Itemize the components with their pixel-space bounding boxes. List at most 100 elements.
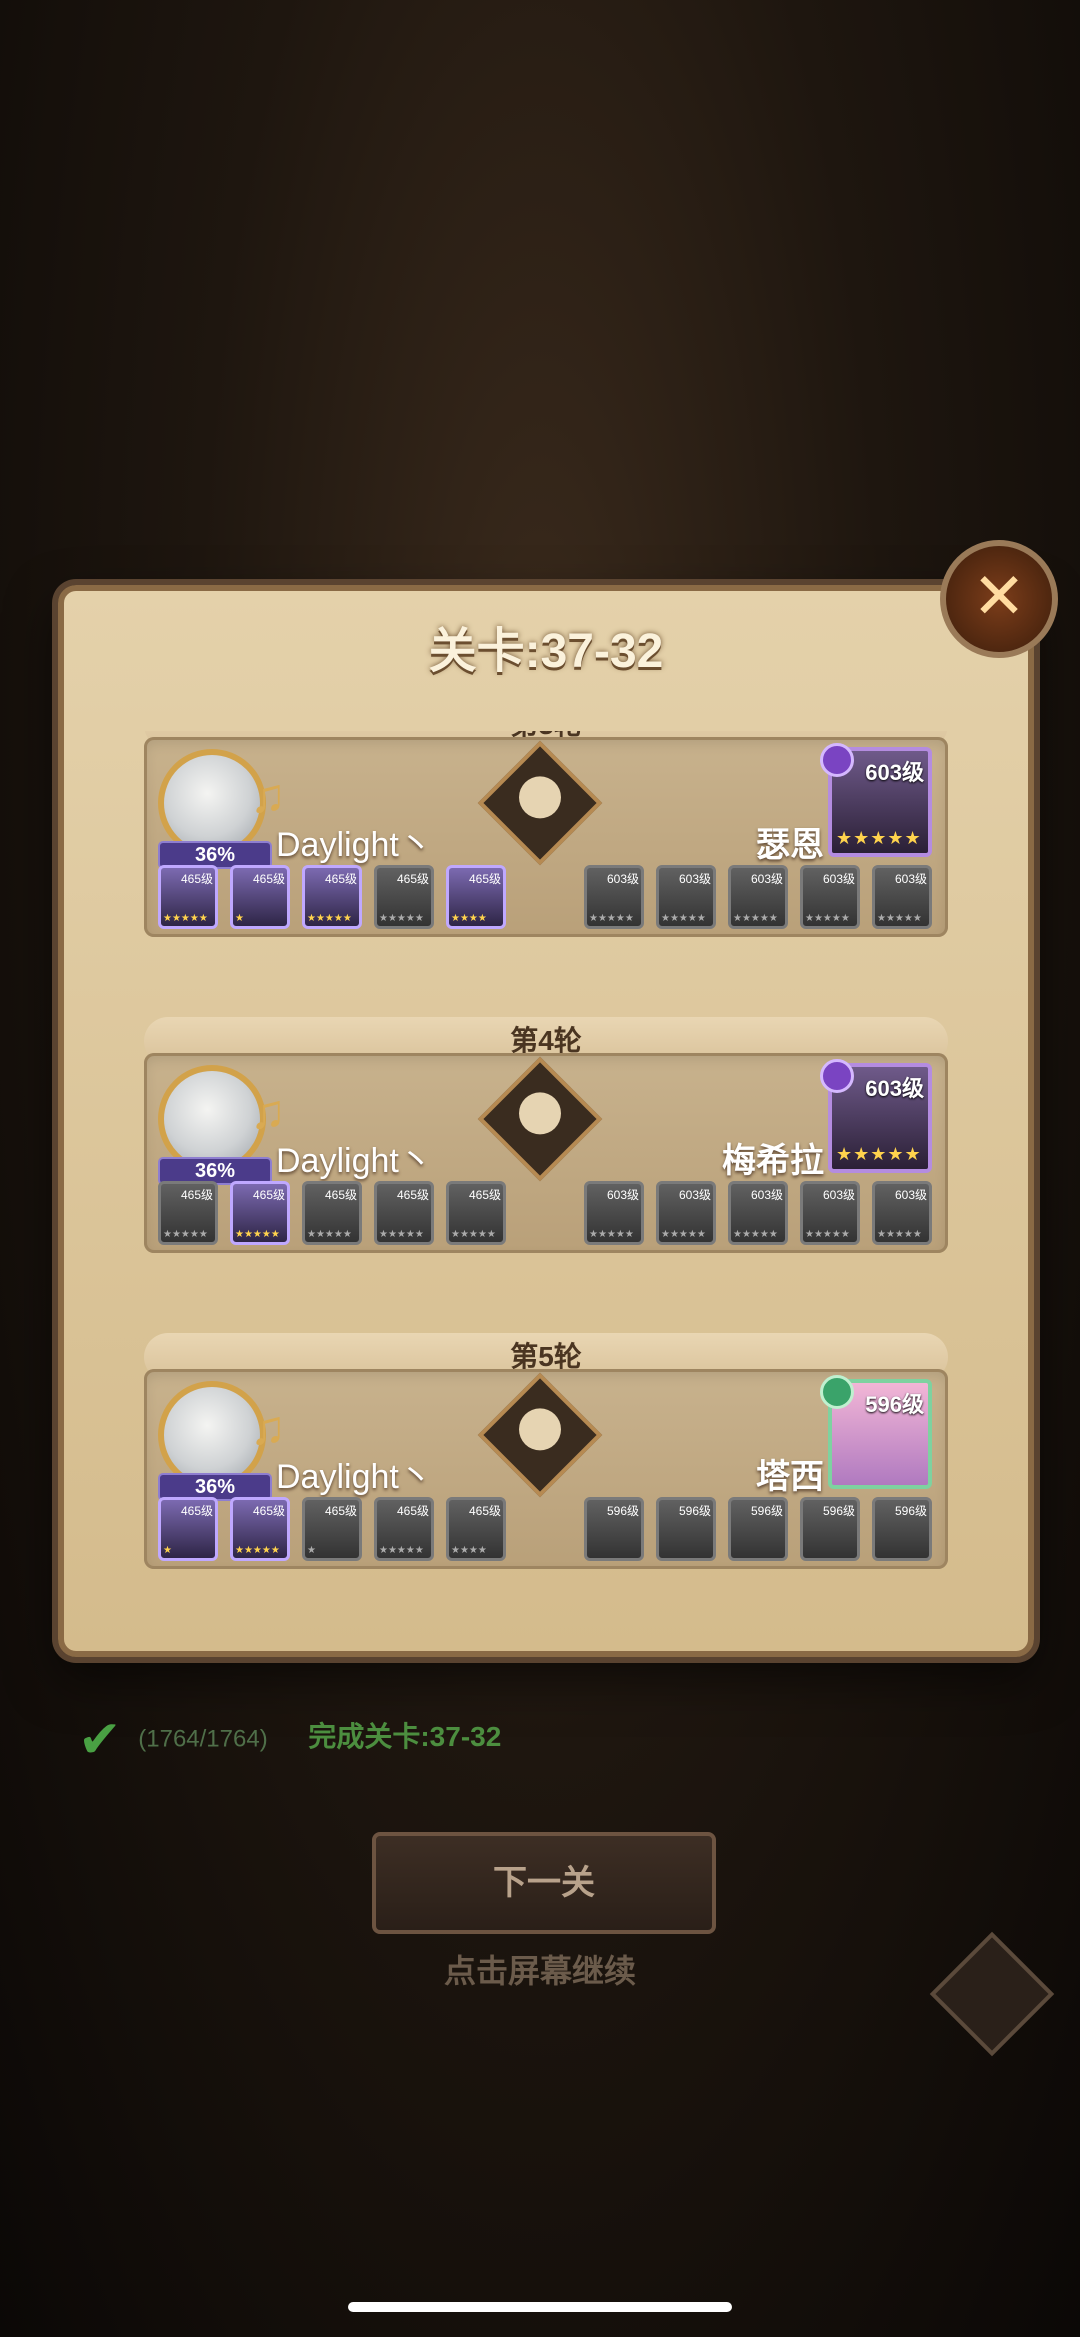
hero-level: 465级 (252, 872, 285, 886)
replay-button[interactable] (477, 1372, 603, 1498)
enemy-level: 603级 (606, 872, 639, 886)
tap-to-continue-hint: 点击屏幕继续 (443, 1953, 636, 1989)
enemy-level: 596级 (678, 1504, 711, 1518)
enemy-level: 603级 (822, 1188, 855, 1202)
player-team: 465级 ★★★★★ 465级 ★ 465级 ★★★★★ 465级 ★★★★★ 465级… (158, 865, 506, 929)
enemy-level: 603级 (894, 872, 927, 886)
enemy-level: 596级 (606, 1504, 639, 1518)
replay-button[interactable] (477, 1056, 603, 1182)
hero-level: 465级 (468, 1504, 501, 1518)
boss-level: 603级 (865, 1076, 924, 1101)
enemy-boss-portrait[interactable]: 603级 ★★★★★ (820, 743, 932, 857)
play-icon (519, 1092, 561, 1135)
game-scene[interactable]: 关卡:37-32 第3轮 ♫ 36% Daylight丶 瑟恩 603级 ★★ (0, 0, 1080, 2337)
hero-slot[interactable]: 465级 ★★★★★ (158, 1181, 218, 1245)
enemy-slot[interactable]: 596级 (656, 1497, 716, 1561)
close-icon: ✕ (972, 560, 1026, 632)
enemy-slot[interactable]: 596级 (584, 1497, 644, 1561)
rounds-list[interactable]: 第3轮 ♫ 36% Daylight丶 瑟恩 603级 ★★★★★ (144, 731, 948, 1631)
progress-line: ✔ (1764/1764) 完成关卡:37-32 (78, 1710, 501, 1770)
round-card[interactable]: ♫ 36% Daylight丶 瑟恩 603级 ★★★★★ 465级 ★★★★★ … (144, 737, 948, 937)
enemy-name: 瑟恩 (756, 826, 824, 864)
hero-slot[interactable]: 465级 ★★★★★ (374, 1497, 434, 1561)
hero-slot[interactable]: 465级 ★★★★★ (230, 1181, 290, 1245)
enemy-level: 596级 (750, 1504, 783, 1518)
enemy-stars: ★★★★★ (805, 1229, 850, 1240)
enemy-level: 603级 (750, 872, 783, 886)
battle-record-panel: 关卡:37-32 第3轮 ♫ 36% Daylight丶 瑟恩 603级 ★★ (58, 585, 1034, 1657)
hero-slot[interactable]: 465级 ★★★★★ (446, 1181, 506, 1245)
enemy-level: 603级 (606, 1188, 639, 1202)
round-card[interactable]: ♫ 36% Daylight丶 梅希拉 603级 ★★★★★ 465级 ★★★★★ (144, 1053, 948, 1253)
enemy-slot[interactable]: 603级 ★★★★★ (872, 865, 932, 929)
frame-icon: ♫ (250, 1402, 286, 1455)
enemy-stars: ★★★★★ (589, 1229, 634, 1240)
enemy-level: 603级 (750, 1188, 783, 1202)
round-card[interactable]: ♫ 36% Daylight丶 塔西 596级 465级 ★ 465级 ★★★★★ (144, 1369, 948, 1569)
enemy-stars: ★★★★★ (877, 1229, 922, 1240)
hero-level: 465级 (180, 872, 213, 886)
enemy-slot[interactable]: 603级 ★★★★★ (800, 1181, 860, 1245)
hero-slot[interactable]: 465级 ★★★★★ (374, 865, 434, 929)
hero-slot[interactable]: 465级 ★★★★★ (374, 1181, 434, 1245)
hero-slot[interactable]: 465级 ★★★★ (446, 1497, 506, 1561)
hero-level: 465级 (324, 1188, 357, 1202)
enemy-slot[interactable]: 603级 ★★★★★ (728, 865, 788, 929)
hero-slot[interactable]: 465级 ★★★★★ (302, 1181, 362, 1245)
enemy-stars: ★★★★★ (589, 913, 634, 924)
hero-stars: ★★★★★ (163, 1229, 208, 1240)
play-icon (519, 776, 561, 819)
hero-stars: ★★★★★ (379, 913, 424, 924)
player-name: Daylight丶 (276, 826, 433, 864)
enemy-slot[interactable]: 596级 (872, 1497, 932, 1561)
enemy-stars: ★★★★★ (805, 913, 850, 924)
enemy-level: 596级 (822, 1504, 855, 1518)
enemy-level: 596级 (894, 1504, 927, 1518)
hero-slot[interactable]: 465级 ★ (302, 1497, 362, 1561)
enemy-name: 塔西 (756, 1458, 824, 1496)
hero-slot[interactable]: 465级 ★★★★★ (230, 1497, 290, 1561)
hero-level: 465级 (252, 1504, 285, 1518)
hero-slot[interactable]: 465级 ★ (158, 1497, 218, 1561)
enemy-slot[interactable]: 603级 ★★★★★ (728, 1181, 788, 1245)
hero-level: 465级 (180, 1188, 213, 1202)
enemy-level: 603级 (894, 1188, 927, 1202)
hero-stars: ★★★★★ (163, 913, 208, 924)
hero-level: 465级 (396, 1188, 429, 1202)
hero-level: 465级 (396, 872, 429, 886)
boss-level: 603级 (865, 760, 924, 785)
enemy-level: 603级 (678, 1188, 711, 1202)
boss-stars: ★★★★★ (836, 1144, 922, 1164)
player-name: Daylight丶 (276, 1458, 433, 1496)
enemy-level: 603级 (822, 872, 855, 886)
enemy-stars: ★★★★★ (661, 1229, 706, 1240)
hero-slot[interactable]: 465级 ★★★★ (446, 865, 506, 929)
next-stage-button[interactable]: 下一关 (372, 1832, 716, 1934)
hero-slot[interactable]: 465级 ★★★★★ (302, 865, 362, 929)
hero-slot[interactable]: 465级 ★★★★★ (158, 865, 218, 929)
hero-level: 465级 (468, 1188, 501, 1202)
faction-icon (820, 1059, 854, 1093)
hero-stars: ★★★★ (451, 913, 487, 924)
enemy-boss-portrait[interactable]: 603级 ★★★★★ (820, 1059, 932, 1173)
enemy-slot[interactable]: 603级 ★★★★★ (584, 865, 644, 929)
enemy-stars: ★★★★★ (733, 913, 778, 924)
enemy-slot[interactable]: 603级 ★★★★★ (584, 1181, 644, 1245)
close-button[interactable]: ✕ (940, 540, 1058, 658)
enemy-slot[interactable]: 596级 (728, 1497, 788, 1561)
enemy-slot[interactable]: 603级 ★★★★★ (872, 1181, 932, 1245)
progress-count: (1764/1764) (138, 1725, 268, 1753)
frame-icon: ♫ (250, 1086, 286, 1139)
home-indicator[interactable] (348, 2302, 732, 2312)
replay-button[interactable] (477, 740, 603, 866)
enemy-slot[interactable]: 596级 (800, 1497, 860, 1561)
enemy-slot[interactable]: 603级 ★★★★★ (800, 865, 860, 929)
enemy-slot[interactable]: 603级 ★★★★★ (656, 1181, 716, 1245)
hero-stars: ★★★★★ (235, 1229, 280, 1240)
hero-level: 465级 (180, 1504, 213, 1518)
enemy-team: 603级 ★★★★★ 603级 ★★★★★ 603级 ★★★★★ 603级 ★★★★★ … (584, 1181, 932, 1245)
enemy-slot[interactable]: 603级 ★★★★★ (656, 865, 716, 929)
hero-slot[interactable]: 465级 ★ (230, 865, 290, 929)
enemy-boss-portrait[interactable]: 596级 (820, 1375, 932, 1489)
faction-icon (820, 743, 854, 777)
